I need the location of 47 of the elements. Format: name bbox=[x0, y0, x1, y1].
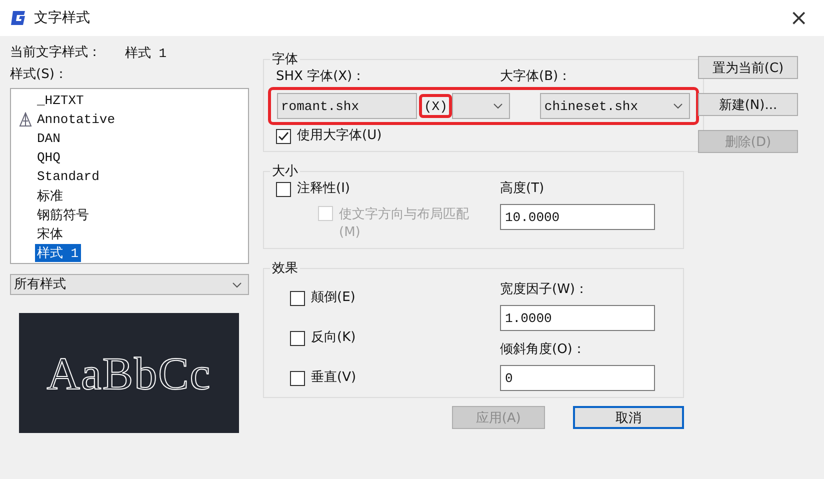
style-item[interactable]: 样式 1 bbox=[35, 244, 81, 262]
use-big-font-label: 使用大字体(U) bbox=[297, 127, 382, 145]
style-action-button[interactable]: 置为当前(C) bbox=[698, 56, 798, 79]
style-action-button[interactable]: 新建(N)... bbox=[698, 93, 798, 116]
height-field[interactable]: 10.0000 bbox=[500, 204, 655, 230]
annotative-label: 注释性(I) bbox=[297, 180, 350, 198]
oblique-angle-label: 倾斜角度(O)： bbox=[500, 341, 586, 359]
height-label: 高度(T) bbox=[500, 180, 546, 198]
window-title: 文字样式 bbox=[34, 9, 91, 27]
style-item[interactable]: _HZTXT bbox=[35, 93, 86, 108]
dialog-button[interactable]: 取消 bbox=[572, 406, 684, 429]
app-logo-icon bbox=[10, 10, 26, 26]
chevron-down-icon bbox=[673, 103, 684, 109]
checkbox[interactable] bbox=[276, 182, 291, 196]
width-factor-label: 宽度因子(W)： bbox=[500, 281, 589, 299]
checkbox[interactable] bbox=[290, 330, 305, 346]
current-style-value: 样式 1 bbox=[125, 45, 167, 62]
style-item[interactable]: QHQ bbox=[35, 150, 62, 165]
oblique-angle-field[interactable]: 0 bbox=[500, 365, 655, 391]
effect-option-label: 垂直(V) bbox=[311, 369, 356, 387]
checkbox[interactable] bbox=[276, 128, 291, 144]
close-button[interactable]: × bbox=[784, 6, 814, 30]
effects-group-title: 效果 bbox=[271, 260, 299, 277]
checkbox[interactable] bbox=[290, 290, 305, 306]
font-group-title: 字体 bbox=[271, 51, 299, 68]
size-group-title: 大小 bbox=[271, 163, 299, 180]
shx-font-label: SHX 字体(X)： bbox=[276, 68, 366, 86]
style-item[interactable]: 标准 bbox=[35, 186, 65, 204]
chevron-down-icon bbox=[493, 103, 504, 109]
current-style-label: 当前文字样式： bbox=[10, 44, 101, 62]
effect-option-label: 颠倒(E) bbox=[311, 289, 356, 307]
width-factor-field[interactable]: 1.0000 bbox=[500, 305, 655, 331]
style-item[interactable]: Standard bbox=[35, 169, 102, 184]
style-item[interactable]: 钢筋符号 bbox=[35, 206, 91, 224]
big-font-label: 大字体(B)： bbox=[500, 68, 572, 86]
match-layout-label: 使文字方向与布局匹配(M) bbox=[339, 206, 470, 242]
style-item[interactable]: 宋体 bbox=[35, 224, 65, 242]
effect-option-label: 反向(K) bbox=[311, 329, 356, 347]
styles-label: 样式(S)： bbox=[10, 66, 68, 84]
preview-text: AaBbCc bbox=[46, 346, 212, 400]
style-item[interactable]: Annotative bbox=[35, 112, 118, 127]
chevron-down-icon bbox=[232, 282, 242, 288]
shx-font-dropdown[interactable]: romant.shx bbox=[277, 93, 417, 119]
big-font-dropdown[interactable]: chineset.shx bbox=[540, 93, 690, 119]
style-item[interactable]: DAN bbox=[35, 131, 62, 146]
style-filter-dropdown[interactable]: 所有样式 bbox=[10, 274, 249, 295]
checkbox[interactable] bbox=[290, 370, 305, 386]
